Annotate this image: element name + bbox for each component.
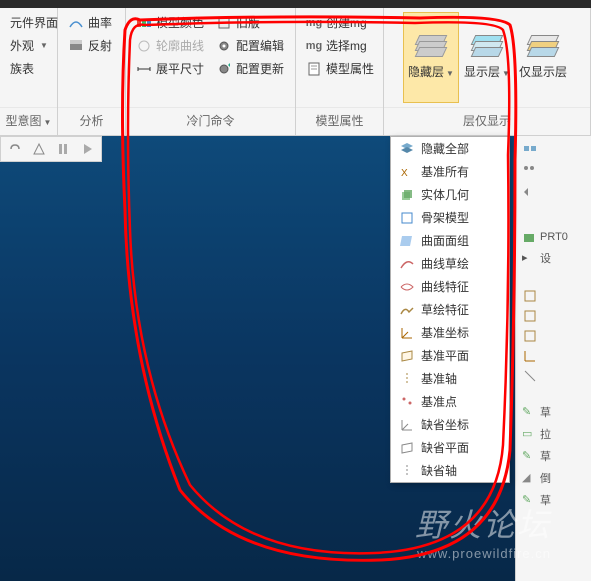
gear-icon xyxy=(216,38,232,54)
hide-layer-dropdown: 隐藏全部 X基准所有 实体几何 骨架模型 曲面面组 曲线草绘 曲线特征 草绘特征… xyxy=(390,136,510,483)
panel-tool-2[interactable] xyxy=(522,164,585,178)
panel-tool-1[interactable] xyxy=(522,144,585,158)
csys-icon xyxy=(399,325,415,341)
dropdown-item-def-axis[interactable]: 缺省轴 xyxy=(391,459,509,482)
legacy-button[interactable]: 旧版 xyxy=(212,12,288,33)
select-mg-button[interactable]: mg 选择mg xyxy=(302,35,378,56)
tree-item-sketch2[interactable]: ✎草 xyxy=(522,448,585,464)
layers-icon xyxy=(399,141,415,157)
config-edit-button[interactable]: 配置编辑 xyxy=(212,35,288,56)
gear-refresh-icon xyxy=(216,61,232,77)
group-label: 型意图▼ xyxy=(0,107,57,135)
play-icon[interactable] xyxy=(79,141,95,157)
point-icon xyxy=(399,394,415,410)
ribbon: 元件界面 外观▼ 族表 型意图▼ 曲率 反射 分析 模型颜色 xyxy=(0,8,591,136)
watermark-url: www.proewildfire.cn xyxy=(415,546,551,561)
reflection-icon xyxy=(68,38,84,54)
only-layer-icon xyxy=(527,35,559,59)
sketch-feat-icon xyxy=(399,302,415,318)
watermark-title: 野火论坛 xyxy=(415,500,551,546)
def-plane-icon xyxy=(399,440,415,456)
dropdown-item-solid[interactable]: 实体几何 xyxy=(391,183,509,206)
tree-item-4[interactable] xyxy=(522,328,585,342)
window-titlebar xyxy=(0,0,591,8)
dropdown-item-point[interactable]: 基准点 xyxy=(391,390,509,413)
dropdown-item-surface[interactable]: 曲面面组 xyxy=(391,229,509,252)
watermark: 野火论坛 www.proewildfire.cn xyxy=(415,500,551,561)
tree-item-5[interactable] xyxy=(522,348,585,362)
model-props-button[interactable]: 模型属性 xyxy=(302,58,378,79)
axis-icon xyxy=(399,371,415,387)
curvature-icon xyxy=(68,15,84,31)
ribbon-group-analysis: 曲率 反射 分析 xyxy=(58,8,126,135)
group-label-cold: 冷门命令 xyxy=(126,107,295,135)
contour-curve-button[interactable]: 轮廓曲线 xyxy=(132,35,208,56)
dropdown-item-csys[interactable]: 基准坐标 xyxy=(391,321,509,344)
secondary-toolbar xyxy=(0,136,102,162)
family-table-button[interactable]: 族表 xyxy=(6,58,62,79)
dropdown-item-axis[interactable]: 基准轴 xyxy=(391,367,509,390)
dimension-icon xyxy=(136,61,152,77)
tree-item-6[interactable] xyxy=(522,368,585,382)
surface-icon xyxy=(399,233,415,249)
group-label-layers: 层仅显示 xyxy=(384,107,590,135)
only-show-layer-button[interactable]: 仅显示层 xyxy=(515,12,571,103)
sketch-curve-icon xyxy=(399,256,415,272)
tree-item-chamfer[interactable]: ◢倒 xyxy=(522,470,585,486)
props-icon xyxy=(306,61,322,77)
plane-icon xyxy=(399,348,415,364)
curve-icon xyxy=(136,38,152,54)
dropdown-item-skeleton[interactable]: 骨架模型 xyxy=(391,206,509,229)
ribbon-group-cold: 模型颜色 轮廓曲线 展平尺寸 旧版 配置编辑 xyxy=(126,8,296,135)
dropdown-item-def-plane[interactable]: 缺省平面 xyxy=(391,436,509,459)
hide-layer-icon xyxy=(415,35,447,59)
dropdown-item-plane[interactable]: 基准平面 xyxy=(391,344,509,367)
dropdown-item-sketch-feat[interactable]: 草绘特征 xyxy=(391,298,509,321)
element-interface-button[interactable]: 元件界面 xyxy=(6,12,62,33)
show-layer-button[interactable]: 显示层▼ xyxy=(459,12,515,103)
pause-icon[interactable] xyxy=(55,141,71,157)
config-update-button[interactable]: 配置更新 xyxy=(212,58,288,79)
tree-item-1[interactable]: ▸设 xyxy=(522,250,585,266)
reflection-button[interactable]: 反射 xyxy=(64,35,116,56)
dropdown-item-def-csys[interactable]: 缺省坐标 xyxy=(391,413,509,436)
tree-item-prt[interactable]: PRT0 xyxy=(522,230,585,244)
tree-item-3[interactable] xyxy=(522,308,585,322)
ribbon-group-layers: 隐藏层▼ 显示层▼ 仅显示层 层仅显示 xyxy=(384,8,591,135)
def-axis-icon xyxy=(399,463,415,479)
appearance-button[interactable]: 外观▼ xyxy=(6,35,62,56)
svg-text:X: X xyxy=(401,168,408,179)
create-mg-button[interactable]: mg 创建mg xyxy=(302,12,378,33)
hide-layer-button[interactable]: 隐藏层▼ xyxy=(403,12,459,103)
mg-select-icon: mg xyxy=(306,38,322,54)
datum-icon: X xyxy=(399,164,415,180)
dropdown-item-datum-all[interactable]: X基准所有 xyxy=(391,160,509,183)
group-label-model: 模型属性 xyxy=(296,107,383,135)
dropdown-item-curve-feat[interactable]: 曲线特征 xyxy=(391,275,509,298)
curvature-button[interactable]: 曲率 xyxy=(64,12,116,33)
palette-icon xyxy=(136,15,152,31)
model-color-button[interactable]: 模型颜色 xyxy=(132,12,208,33)
show-layer-icon xyxy=(471,35,503,59)
flat-dimension-button[interactable]: 展平尺寸 xyxy=(132,58,208,79)
tree-item-sketch1[interactable]: ✎草 xyxy=(522,404,585,420)
curve-feat-icon xyxy=(399,279,415,295)
def-csys-icon xyxy=(399,417,415,433)
skeleton-icon xyxy=(399,210,415,226)
dropdown-item-sketch-curve[interactable]: 曲线草绘 xyxy=(391,252,509,275)
triangle-icon[interactable] xyxy=(31,141,47,157)
ribbon-group-model: mg 创建mg mg 选择mg 模型属性 模型属性 xyxy=(296,8,384,135)
panel-tool-3[interactable] xyxy=(522,184,585,198)
tree-item-2[interactable] xyxy=(522,288,585,302)
link-icon[interactable] xyxy=(7,141,23,157)
ribbon-group-elements: 元件界面 外观▼ 族表 型意图▼ xyxy=(0,8,58,135)
dropdown-item-hide-all[interactable]: 隐藏全部 xyxy=(391,137,509,160)
legacy-icon xyxy=(216,15,232,31)
mg-icon: mg xyxy=(306,15,322,31)
tree-item-extrude[interactable]: ▭拉 xyxy=(522,426,585,442)
group-label-analysis: 分析 xyxy=(58,107,125,135)
solid-icon xyxy=(399,187,415,203)
